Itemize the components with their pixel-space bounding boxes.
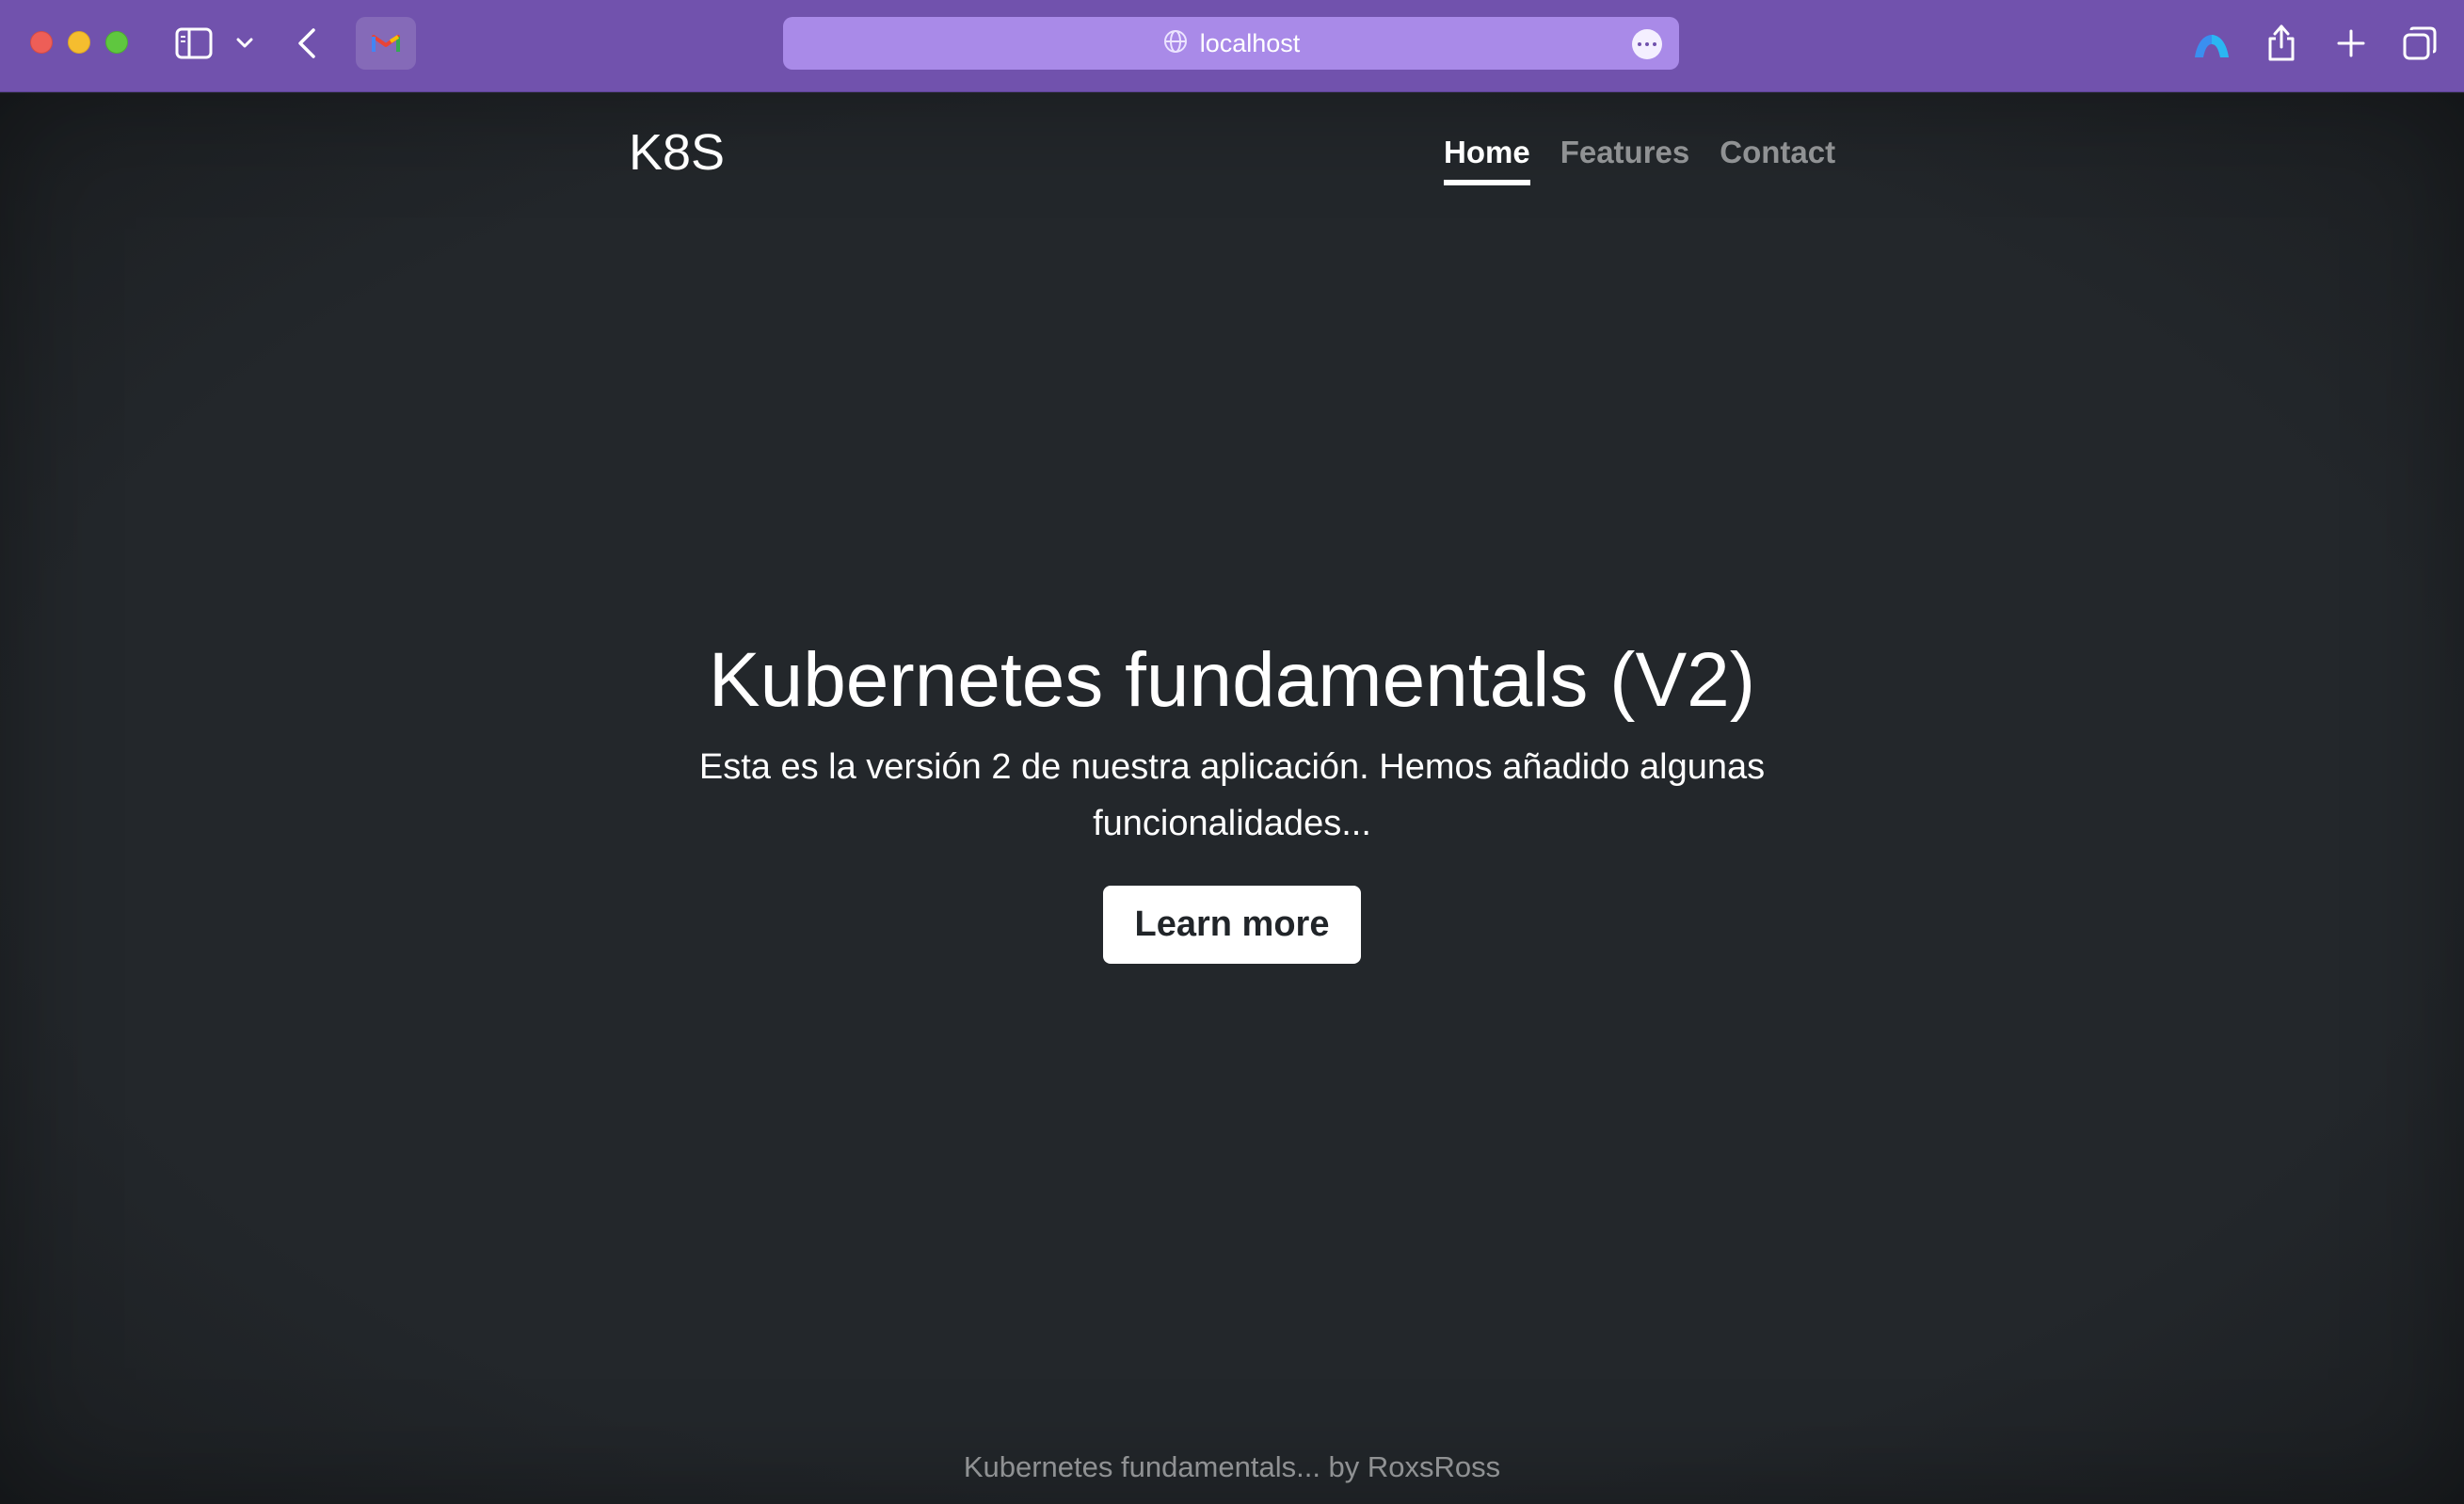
nav-contact-link[interactable]: Contact [1720, 135, 1835, 185]
close-window-button[interactable] [30, 31, 53, 54]
tabs-overview-icon[interactable] [2400, 23, 2440, 64]
chevron-down-icon[interactable] [232, 28, 258, 58]
extension-icon[interactable] [2189, 24, 2234, 66]
footer-text: Kubernetes fundamentals... by RoxsRoss [963, 1450, 1501, 1483]
address-bar[interactable]: localhost [783, 17, 1679, 70]
hero-section: Kubernetes fundamentals (V2) Esta es la … [0, 635, 2464, 964]
share-icon[interactable] [2263, 19, 2300, 66]
nav-features-link[interactable]: Features [1560, 135, 1690, 185]
nav-home-link[interactable]: Home [1444, 135, 1530, 185]
globe-icon [1162, 28, 1189, 59]
main-nav: Home Features Contact [1444, 135, 1835, 185]
browser-toolbar: localhost [0, 0, 2464, 92]
sidebar-icon[interactable] [173, 24, 215, 62]
url-text: localhost [1199, 28, 1301, 57]
hero-title: Kubernetes fundamentals (V2) [708, 637, 1756, 723]
site-brand[interactable]: K8S [629, 123, 725, 182]
more-dots-icon[interactable] [1632, 29, 1662, 59]
web-page: K8S Home Features Contact Kubernetes fun… [0, 93, 2464, 1504]
zoom-window-button[interactable] [105, 31, 128, 54]
gmail-icon[interactable] [356, 17, 416, 70]
hero-subtitle: Esta es la versión 2 de nuestra aplicaci… [698, 747, 1766, 843]
plus-icon[interactable] [2332, 23, 2370, 64]
minimize-window-button[interactable] [68, 31, 90, 54]
learn-more-button[interactable]: Learn more [1102, 886, 1362, 964]
back-arrow-icon[interactable] [290, 23, 324, 64]
